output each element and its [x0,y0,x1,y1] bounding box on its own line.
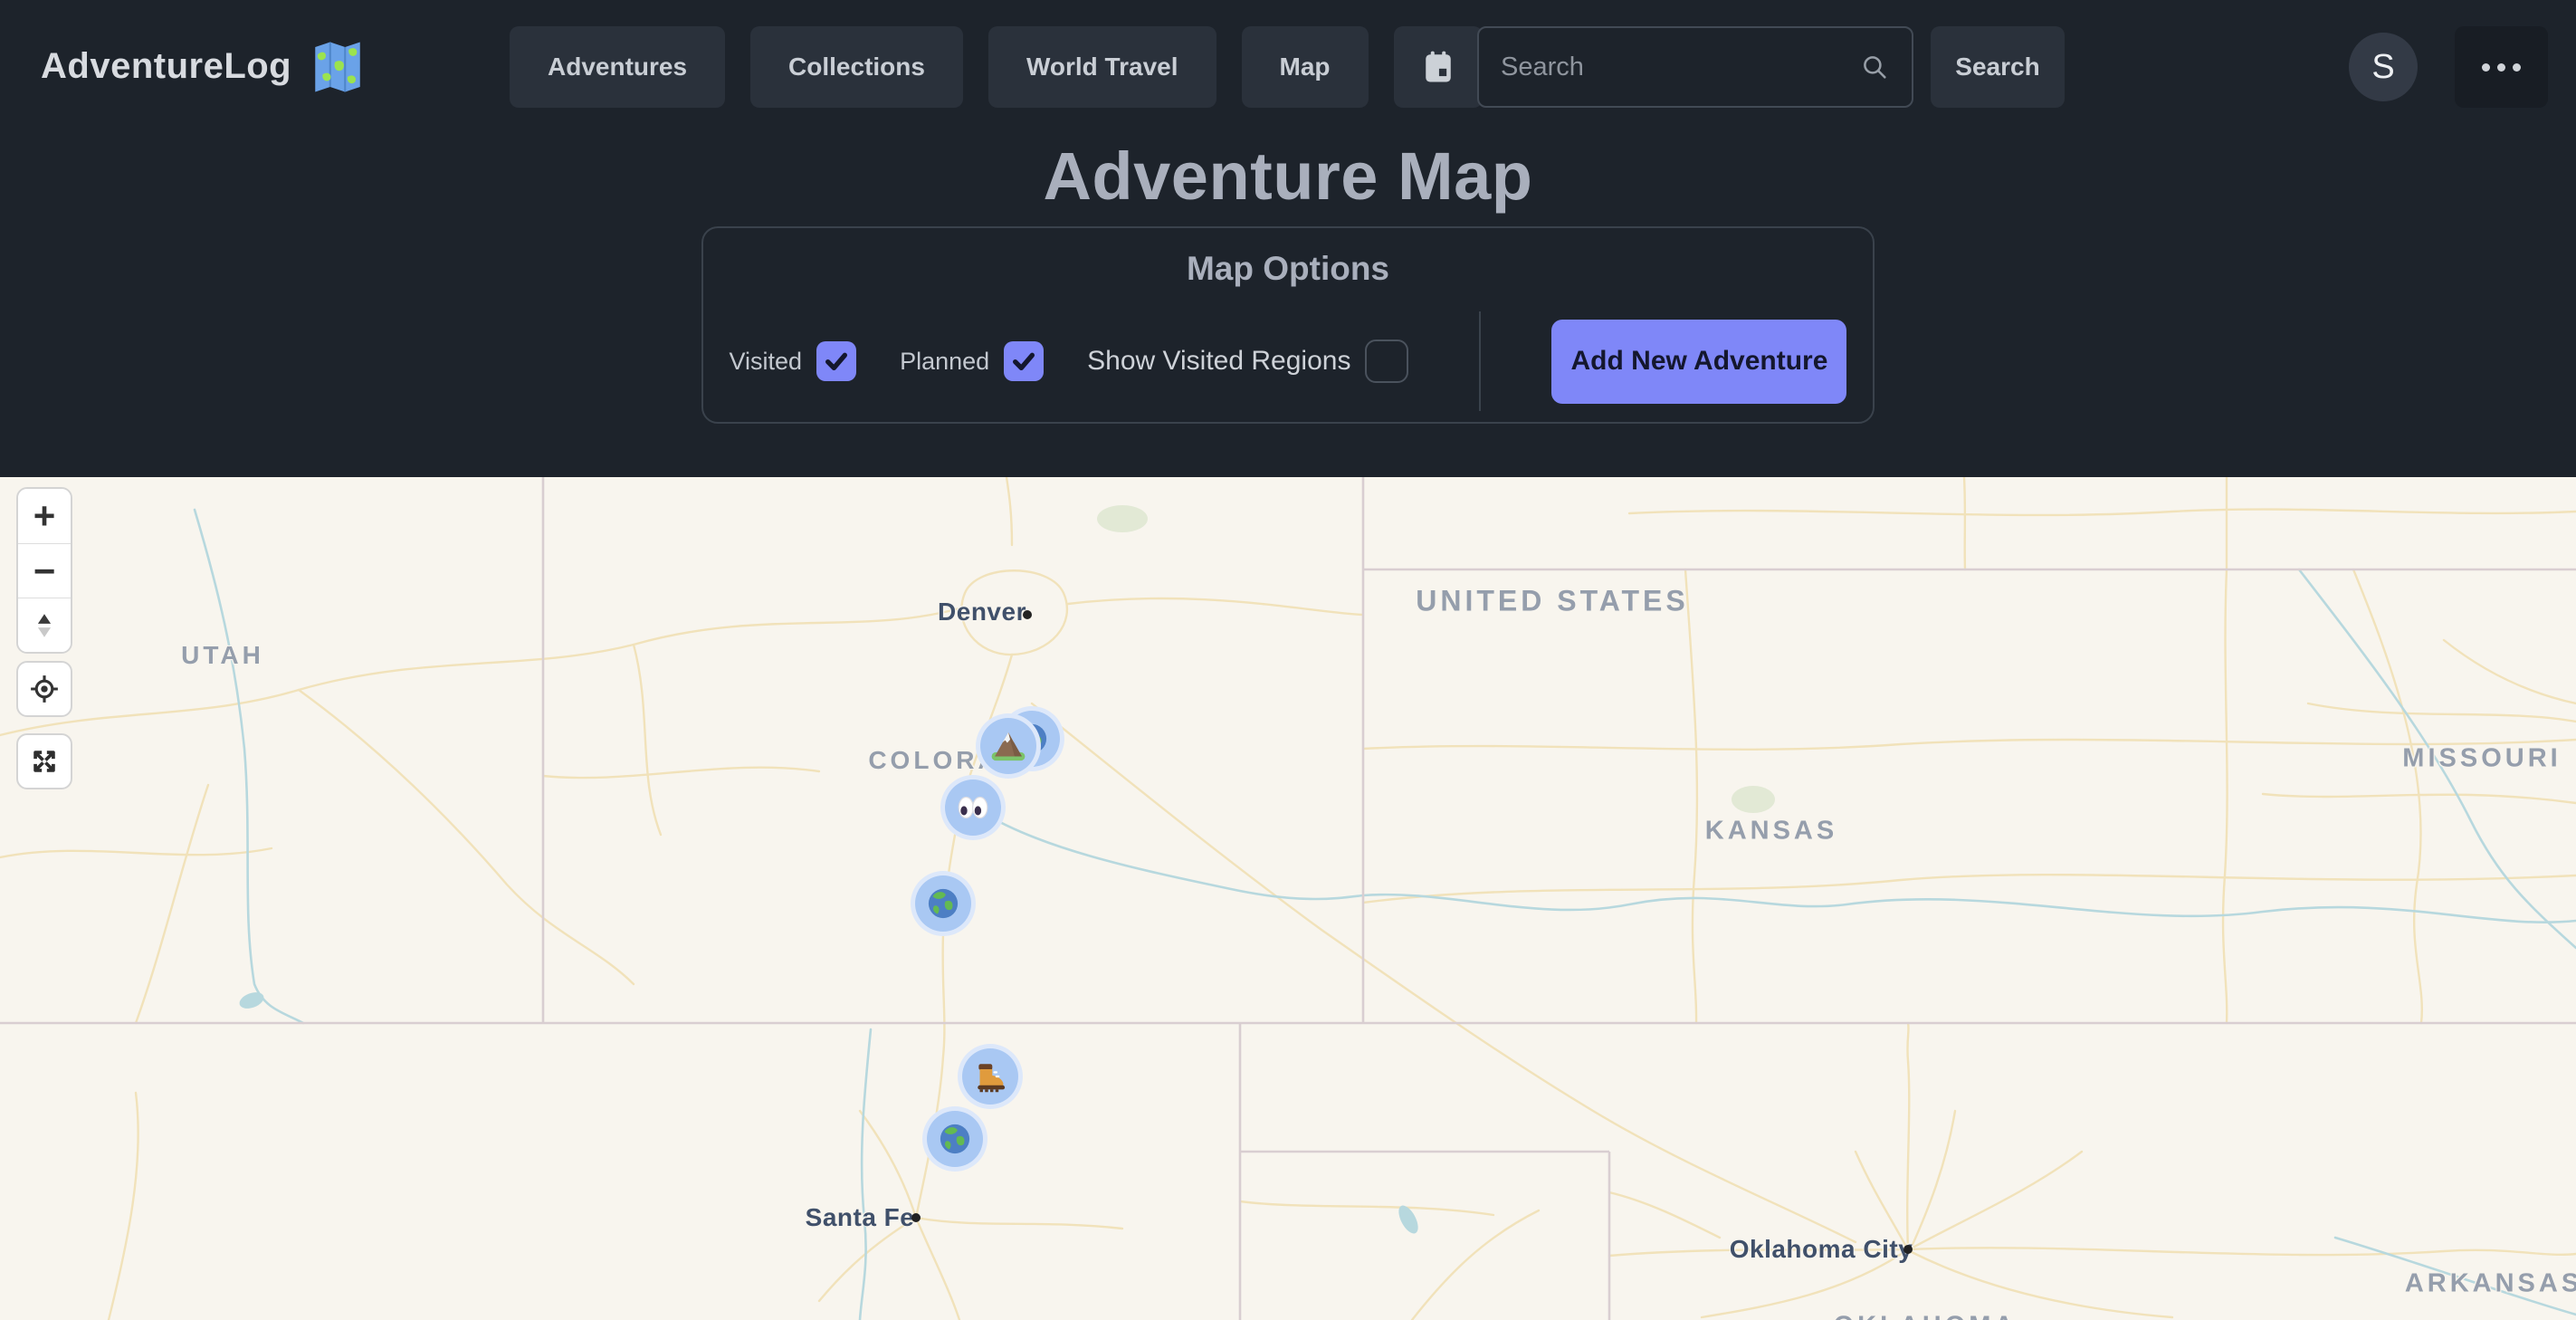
check-icon [1009,347,1038,376]
city-dot-denver [1023,610,1032,619]
search-input[interactable] [1501,53,1859,82]
ellipsis-icon [2482,63,2490,72]
nav-world-travel-button[interactable]: World Travel [988,26,1216,108]
basemap-graphics [0,477,2576,1320]
visited-checkbox[interactable] [816,341,856,381]
map-options-row: Visited Planned Show Visited Regions [703,311,1873,411]
state-label-united-states: UNITED STATES [1416,585,1688,618]
calendar-icon [1418,47,1458,87]
search-button[interactable]: Search [1931,26,2065,108]
city-dot-santa-fe [911,1213,921,1222]
state-label-missouri: MISSOURI [2402,744,2561,774]
globe-icon [934,1118,976,1160]
nav-map-button[interactable]: Map [1242,26,1369,108]
calendar-button[interactable] [1394,26,1483,108]
pitch-arrows-icon [29,610,60,641]
visited-label: Visited [730,348,803,376]
adventure-marker-boot[interactable] [962,1048,1018,1105]
app-header: AdventureLog Adventures Collections Worl… [0,0,2576,133]
city-dot-oklahoma-city [1903,1245,1913,1254]
nav-collections-button[interactable]: Collections [750,26,963,108]
state-label-kansas: KANSAS [1705,817,1837,847]
zoom-in-button[interactable]: + [18,489,71,543]
globe-icon [922,883,964,924]
city-label-denver: Denver [938,598,1026,627]
map-emoji-icon [308,37,367,97]
adventure-marker-mountain[interactable] [980,718,1036,774]
add-new-adventure-button[interactable]: Add New Adventure [1551,320,1846,404]
zoom-out-button[interactable]: − [18,543,71,598]
boot-icon [969,1056,1011,1097]
search-box [1477,26,1913,108]
map-canvas[interactable]: UTAHCOLORADOUNITED STATESKANSASMISSOURIA… [0,477,2576,1320]
more-menu-button[interactable] [2455,26,2548,108]
geolocate-button[interactable] [16,661,72,717]
state-label-arkansas: ARKANSAS [2405,1269,2576,1299]
user-avatar[interactable]: S [2349,33,2418,101]
adventure-marker-eyes[interactable] [945,780,1001,836]
options-divider [1479,311,1481,411]
city-label-oklahoma-city: Oklahoma City [1730,1235,1913,1264]
state-label-oklahoma: OKLAHOMA [1834,1312,2018,1320]
zoom-control-group: + − [16,487,72,654]
check-icon [822,347,851,376]
city-label-santa-fe: Santa Fe [806,1203,915,1232]
adventure-marker-globe[interactable] [927,1111,983,1167]
map-options-card: Map Options Visited Planned Show Visited… [701,226,1875,424]
show-regions-label: Show Visited Regions [1087,346,1350,377]
search-icon [1859,52,1890,82]
mountain-icon [987,725,1029,767]
adventure-marker-globe[interactable] [915,875,971,932]
logo[interactable]: AdventureLog [41,0,367,133]
adventurelog-app: AdventureLog Adventures Collections Worl… [0,0,2576,1320]
eyes-icon [952,787,994,828]
logo-text: AdventureLog [41,46,291,87]
planned-label: Planned [900,348,989,376]
map-options-heading: Map Options [703,250,1873,288]
state-label-utah: UTAH [181,641,264,670]
page-title: Adventure Map [0,138,2576,215]
pitch-toggle-button[interactable] [18,598,71,652]
planned-checkbox[interactable] [1004,341,1044,381]
geolocate-icon [29,674,60,704]
nav-adventures-button[interactable]: Adventures [510,26,725,108]
main-nav: Adventures Collections World Travel Map [510,26,1597,108]
show-regions-checkbox[interactable] [1365,340,1408,383]
fullscreen-button[interactable] [16,733,72,789]
fullscreen-icon [29,746,60,777]
